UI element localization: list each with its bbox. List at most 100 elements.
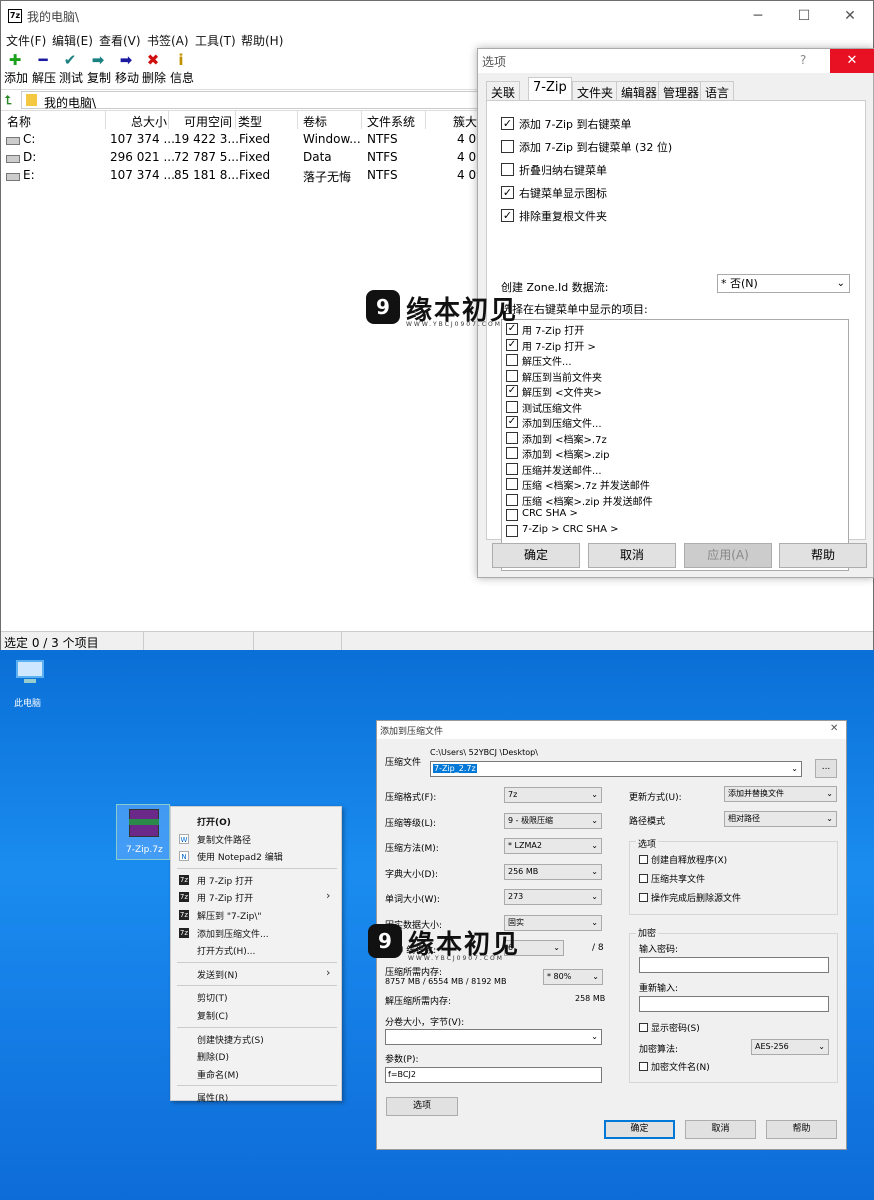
path-mode-select[interactable]: 相对路径 ⌄	[724, 811, 837, 827]
column-total-size[interactable]: 总大小	[131, 113, 167, 130]
table-row[interactable]: C: 107 374 ... 19 422 3... Fixed Window... NT…	[1, 132, 484, 150]
context-menu-item[interactable]: 7z 用 7-Zip 打开 ›	[171, 889, 341, 906]
compression-field-select[interactable]: * LZMA2 ⌄	[504, 838, 602, 854]
menu-item-checkbox[interactable]	[506, 447, 518, 459]
tab-editor[interactable]: 编辑器	[616, 81, 663, 101]
option-checkbox[interactable]: ✓	[501, 117, 514, 130]
option-checkbox[interactable]	[501, 140, 514, 153]
maximize-button[interactable]: ☐	[781, 1, 827, 31]
menu-item-checkbox[interactable]	[506, 400, 518, 413]
this-pc-icon[interactable]	[14, 660, 44, 684]
option-checkbox[interactable]	[501, 163, 514, 176]
toolbar-label[interactable]: 移动	[115, 69, 139, 86]
menu-item-checkbox[interactable]	[506, 462, 518, 475]
minus-icon[interactable]: ━	[34, 52, 52, 68]
help-icon[interactable]: ?	[800, 53, 806, 67]
column-label[interactable]: 卷标	[303, 113, 327, 130]
toolbar-label[interactable]: 信息	[170, 69, 194, 86]
info-icon[interactable]: i	[172, 52, 190, 68]
compression-field-select[interactable]: 9 - 极限压缩 ⌄	[504, 812, 602, 829]
compression-field-select[interactable]: 273 ⌄	[504, 889, 602, 905]
menu-item-checkbox[interactable]	[506, 493, 518, 506]
menu-item-checkbox[interactable]	[506, 431, 518, 444]
compression-field-select[interactable]: 256 MB ⌄	[504, 863, 602, 880]
menu-item-checkbox[interactable]	[506, 509, 518, 521]
update-mode-select[interactable]: 添加并替换文件 ⌄	[724, 786, 837, 802]
menu-bookmarks[interactable]: 书签(A)	[147, 32, 189, 49]
params-input[interactable]: f=BCJ2	[385, 1067, 602, 1083]
archive-name-input[interactable]: 7-Zip_2.7z ⌄	[430, 761, 802, 777]
close-button[interactable]: ✕	[827, 1, 873, 31]
context-menu-item[interactable]: 7z 解压到 "7-Zip\"	[171, 907, 341, 924]
menu-item-checkbox[interactable]	[506, 369, 518, 382]
memory-select[interactable]: * 80% ⌄	[543, 969, 603, 985]
encryption-method-select[interactable]: AES-256 ⌄	[751, 1039, 829, 1055]
context-menu-item[interactable]: W 复制文件路径	[171, 831, 341, 848]
zone-id-select[interactable]: * 否(N) ⌄	[717, 274, 850, 293]
toolbar-label[interactable]: 复制	[87, 69, 111, 86]
archive-help-button[interactable]: 帮助	[766, 1120, 837, 1139]
encrypt-names-checkbox[interactable]	[639, 1062, 648, 1071]
check-icon[interactable]: ✔	[61, 52, 79, 68]
column-type[interactable]: 类型	[238, 113, 262, 130]
menu-item-checkbox[interactable]: ✓	[506, 416, 518, 428]
menu-item-checkbox[interactable]	[506, 524, 518, 537]
column-filesystem[interactable]: 文件系统	[367, 113, 415, 130]
menu-help[interactable]: 帮助(H)	[241, 32, 283, 49]
copy-arrow-icon[interactable]: ➡	[89, 52, 107, 68]
options-close-button[interactable]: ✕	[830, 49, 874, 73]
ok-button[interactable]: 确定	[492, 543, 580, 568]
password-input[interactable]	[639, 957, 829, 973]
help-button[interactable]: 帮助	[779, 543, 867, 568]
context-menu-item[interactable]: 创建快捷方式(S)	[171, 1031, 341, 1048]
tab-associations[interactable]: 关联	[486, 81, 521, 101]
address-input[interactable]: 我的电脑\	[21, 91, 479, 110]
column-name[interactable]: 名称	[7, 113, 31, 130]
context-menu-item[interactable]: 复制(C)	[171, 1007, 341, 1024]
plus-icon[interactable]: ✚	[6, 52, 24, 68]
option-checkbox[interactable]: ✓	[501, 209, 514, 222]
tab-language[interactable]: 语言	[700, 81, 735, 101]
minimize-button[interactable]: ─	[735, 1, 781, 31]
toolbar-label[interactable]: 删除	[142, 69, 166, 86]
move-arrow-icon[interactable]: ➡	[117, 52, 135, 68]
context-menu-item[interactable]: 7z 用 7-Zip 打开	[171, 872, 341, 889]
option-checkbox[interactable]: ✓	[501, 186, 514, 199]
table-row[interactable]: E: 107 374 ... 85 181 8... Fixed 落子无悔 NTFS 4 0…	[1, 168, 484, 186]
toolbar-label[interactable]: 测试	[59, 69, 83, 86]
context-menu-item[interactable]: 重命名(M)	[171, 1066, 341, 1083]
split-select[interactable]: ⌄	[385, 1029, 602, 1045]
apply-button[interactable]: 应用(A)	[684, 543, 772, 568]
toolbar-label[interactable]: 解压	[32, 69, 56, 86]
archive-close-button[interactable]: ✕	[830, 723, 838, 734]
up-folder-icon[interactable]: ⮤	[5, 93, 12, 108]
password-confirm-input[interactable]	[639, 996, 829, 1012]
compression-field-select[interactable]: 7z ⌄	[504, 787, 602, 803]
context-menu-item[interactable]: 删除(D)	[171, 1048, 341, 1065]
toolbar-label[interactable]: 添加	[4, 69, 28, 86]
archive-ok-button[interactable]: 确定	[604, 1120, 675, 1139]
column-free-space[interactable]: 可用空间	[184, 113, 232, 130]
context-menu-item[interactable]: 打开(O)	[171, 813, 341, 830]
context-menu-item[interactable]: N 使用 Notepad2 编辑	[171, 848, 341, 865]
menu-item-checkbox[interactable]	[506, 354, 518, 366]
context-menu-item[interactable]: 属性(R)	[171, 1089, 341, 1106]
options-button[interactable]: 选项	[386, 1097, 458, 1116]
tab-7zip[interactable]: 7-Zip	[528, 77, 572, 101]
archive-option-checkbox[interactable]	[639, 855, 648, 864]
browse-button[interactable]: ...	[815, 759, 837, 778]
menu-file[interactable]: 文件(F)	[6, 32, 46, 49]
context-menu-item[interactable]: 剪切(T)	[171, 989, 341, 1006]
context-menu-item[interactable]: 7z 添加到压缩文件...	[171, 925, 341, 942]
menu-item-checkbox[interactable]: ✓	[506, 338, 518, 351]
menu-view[interactable]: 查看(V)	[99, 32, 141, 49]
tab-folders[interactable]: 文件夹	[572, 81, 619, 101]
tab-manager[interactable]: 管理器	[658, 81, 705, 101]
archive-cancel-button[interactable]: 取消	[685, 1120, 756, 1139]
menu-edit[interactable]: 编辑(E)	[52, 32, 93, 49]
archive-file-icon[interactable]: 7-Zip.7z	[116, 804, 170, 860]
menu-items-list[interactable]: ✓ 用 7-Zip 打开 ✓ 用 7-Zip 打开 > 解压文件... 解压到当前文件夹 ✓…	[501, 319, 849, 571]
show-password-checkbox[interactable]	[639, 1023, 648, 1032]
archive-option-checkbox[interactable]	[639, 874, 648, 883]
menu-item-checkbox[interactable]	[506, 478, 518, 490]
